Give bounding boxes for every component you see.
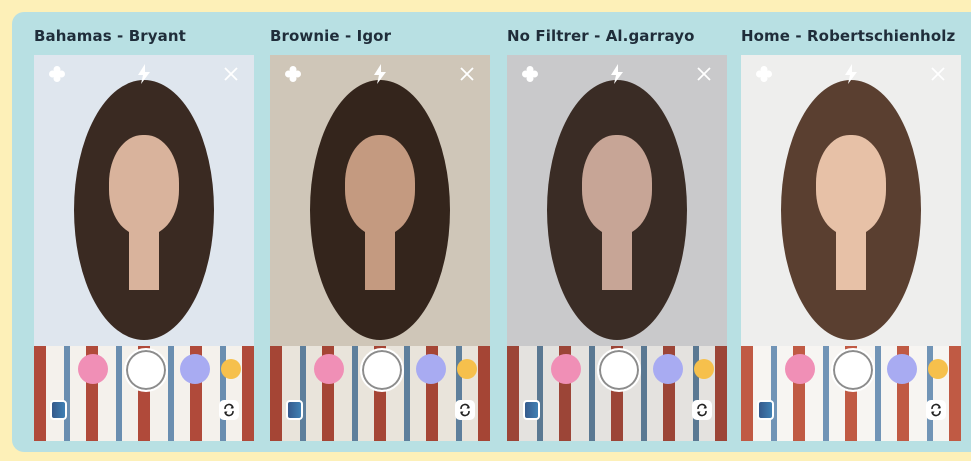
filter-yellow-button[interactable] <box>457 359 477 379</box>
portrait-face <box>109 135 179 235</box>
gallery-icon[interactable] <box>757 400 774 420</box>
close-icon[interactable] <box>927 63 949 85</box>
filter-panel-brownie: Brownie - Igor <box>270 12 490 452</box>
camera-preview[interactable] <box>507 55 727 441</box>
portrait-face <box>582 135 652 235</box>
panel-title: Brownie - Igor <box>270 27 392 45</box>
close-icon[interactable] <box>693 63 715 85</box>
flash-icon[interactable] <box>133 63 155 85</box>
close-icon[interactable] <box>220 63 242 85</box>
filter-pink-button[interactable] <box>314 354 344 384</box>
capture-button[interactable] <box>360 348 404 392</box>
capture-button[interactable] <box>597 348 641 392</box>
portrait-neck <box>129 230 159 290</box>
portrait-neck <box>602 230 632 290</box>
flash-icon[interactable] <box>840 63 862 85</box>
portrait-neck <box>365 230 395 290</box>
capture-button[interactable] <box>831 348 875 392</box>
filter-pink-button[interactable] <box>785 354 815 384</box>
gallery-icon[interactable] <box>50 400 67 420</box>
gallery-icon[interactable] <box>286 400 303 420</box>
flower-icon[interactable] <box>519 63 541 85</box>
filter-comparison-board: Bahamas - Bryant Brownie - Igor No Filtr… <box>12 12 971 452</box>
filter-yellow-button[interactable] <box>694 359 714 379</box>
filter-panel-no-filter: No Filtrer - Al.garrayo <box>507 12 727 452</box>
filter-lavender-button[interactable] <box>180 354 210 384</box>
filter-lavender-button[interactable] <box>887 354 917 384</box>
filter-pink-button[interactable] <box>551 354 581 384</box>
flash-icon[interactable] <box>369 63 391 85</box>
portrait-face <box>816 135 886 235</box>
filter-panel-bahamas: Bahamas - Bryant <box>34 12 254 452</box>
portrait-face <box>345 135 415 235</box>
gallery-icon[interactable] <box>523 400 540 420</box>
panel-title: Bahamas - Bryant <box>34 27 186 45</box>
capture-button[interactable] <box>124 348 168 392</box>
filter-panel-home: Home - Robertschienholz <box>741 12 961 452</box>
camera-preview[interactable] <box>270 55 490 441</box>
filter-pink-button[interactable] <box>78 354 108 384</box>
camera-preview[interactable] <box>34 55 254 441</box>
camera-flip-icon[interactable] <box>219 400 239 420</box>
filter-lavender-button[interactable] <box>416 354 446 384</box>
filter-lavender-button[interactable] <box>653 354 683 384</box>
flower-icon[interactable] <box>282 63 304 85</box>
camera-flip-icon[interactable] <box>926 400 946 420</box>
flower-icon[interactable] <box>46 63 68 85</box>
camera-flip-icon[interactable] <box>455 400 475 420</box>
filter-yellow-button[interactable] <box>221 359 241 379</box>
camera-flip-icon[interactable] <box>692 400 712 420</box>
filter-yellow-button[interactable] <box>928 359 948 379</box>
panel-title: No Filtrer - Al.garrayo <box>507 27 695 45</box>
flash-icon[interactable] <box>606 63 628 85</box>
camera-preview[interactable] <box>741 55 961 441</box>
flower-icon[interactable] <box>753 63 775 85</box>
portrait-neck <box>836 230 866 290</box>
close-icon[interactable] <box>456 63 478 85</box>
panel-title: Home - Robertschienholz <box>741 27 956 45</box>
